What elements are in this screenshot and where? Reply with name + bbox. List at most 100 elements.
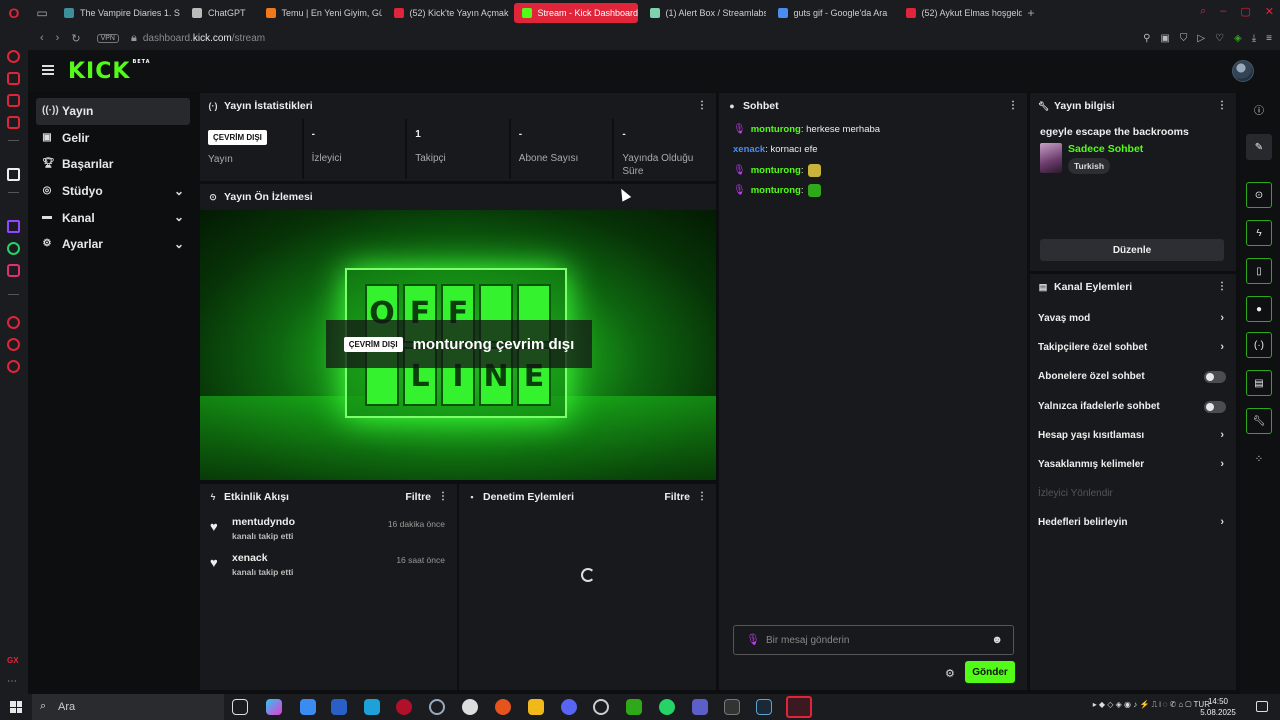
pencil-icon[interactable]: ✎ [1246, 134, 1272, 160]
actions-toggle-icon[interactable]: ▤ [1246, 370, 1272, 396]
channel-action-item[interactable]: Abonelere özel sohbet [1030, 362, 1236, 391]
download-icon[interactable]: ⤓ [1252, 33, 1256, 44]
emote-icon[interactable] [808, 163, 822, 177]
sidebar-more-icon[interactable]: ⋯ [7, 676, 17, 687]
lock-icon[interactable]: 🔒︎ [131, 32, 137, 45]
menu-icon[interactable]: ≡ [1266, 33, 1272, 44]
chat-username[interactable]: xenack [733, 144, 765, 155]
stream-preview[interactable]: OFFLINE ÇEVRİM DIŞI monturong çevrim dış… [200, 210, 716, 480]
taskbar-clock[interactable]: 14:50 5.08.2025 [1198, 696, 1238, 718]
app-icon[interactable] [429, 699, 445, 715]
search-tabs-icon[interactable]: ⌕ [1200, 5, 1206, 18]
send-button[interactable]: Gönder [965, 661, 1015, 683]
channel-action-item[interactable]: Yavaş mod › [1030, 304, 1236, 333]
nav-item-basarilar[interactable]: 🏆︎ Başarılar [36, 151, 190, 178]
new-tab-icon[interactable]: + [1022, 6, 1041, 20]
app-icon[interactable] [300, 699, 316, 715]
opera-logo-icon[interactable]: O [0, 5, 28, 21]
edge-icon[interactable] [364, 699, 380, 715]
heart-icon[interactable]: ♡ [1215, 33, 1224, 44]
reload-icon[interactable]: ↻ [71, 32, 80, 45]
opera-gx-icon[interactable] [786, 696, 812, 718]
sidebar-note-icon[interactable] [7, 116, 20, 129]
more-options-icon[interactable]: ⋮ [697, 100, 707, 111]
chat-input[interactable]: 🎙︎ Bir mesaj gönderin ☻ [733, 625, 1014, 655]
task-view-icon[interactable] [232, 699, 248, 715]
channel-action-item[interactable]: Yalnızca ifadelerle sohbet [1030, 392, 1236, 421]
more-options-icon[interactable]: ⋮ [1008, 100, 1018, 111]
sidebar-youtube-icon[interactable] [7, 94, 20, 107]
copilot-icon[interactable] [266, 699, 282, 715]
nav-item-gelir[interactable]: ▣ Gelir [36, 125, 190, 152]
windows-start-icon[interactable] [10, 701, 22, 713]
emote-picker-icon[interactable]: ☻ [991, 634, 1003, 646]
more-options-icon[interactable]: ⋮ [1217, 281, 1227, 292]
word-icon[interactable] [331, 699, 347, 715]
channel-action-item[interactable]: Hedefleri belirleyin › [1030, 508, 1236, 537]
app-icon[interactable] [495, 699, 511, 715]
vpn-badge[interactable]: VPN [96, 33, 119, 43]
steam-icon[interactable] [756, 699, 772, 715]
nav-item-studyo[interactable]: ◎ Stüdyo ⌄ [36, 178, 190, 205]
browser-tab[interactable]: (1) Alert Box / Streamlabs [642, 3, 766, 23]
shield-icon[interactable]: ⛉ [1180, 33, 1188, 44]
url-field[interactable]: dashboard.kick.com/stream [143, 33, 265, 44]
sidebar-twitch-icon[interactable] [7, 220, 20, 233]
browser-tab[interactable]: guts gif - Google'da Ara [770, 3, 894, 23]
more-options-icon[interactable]: ⋮ [697, 491, 707, 502]
epic-games-icon[interactable] [724, 699, 740, 715]
more-options-icon[interactable]: ⋮ [438, 491, 448, 502]
teams-icon[interactable] [692, 699, 708, 715]
tab-menu-icon[interactable]: ▭ [28, 6, 56, 20]
channel-action-item[interactable]: Yasaklanmış kelimeler › [1030, 450, 1236, 479]
opera-icon[interactable] [396, 699, 412, 715]
sidebar-history-icon[interactable] [7, 316, 20, 329]
sidebar-settings-icon[interactable] [7, 360, 20, 373]
back-icon[interactable]: ‹ [40, 32, 44, 44]
toggle-switch[interactable] [1204, 400, 1226, 413]
tray-icons[interactable]: ▸ ◆ ◇ ◈ ◉ ♪ ⚡ ⎍ ❘ ◌ ✆ ⌂ ▢ [1093, 700, 1194, 709]
browser-tab[interactable]: (52) Kick'te Yayın Açmak [386, 3, 510, 23]
filter-button[interactable]: Filtre [405, 491, 431, 503]
more-options-icon[interactable]: ⋮ [1217, 100, 1227, 111]
edit-button[interactable]: Düzenle [1040, 239, 1224, 261]
chat-username[interactable]: monturong [751, 185, 801, 196]
forward-icon[interactable]: › [56, 32, 60, 44]
broadcast-toggle-icon[interactable]: (·) [1246, 332, 1272, 358]
minimize-icon[interactable]: – [1220, 5, 1226, 18]
sidebar-gx-icon[interactable]: GX [7, 656, 19, 665]
preview-toggle-icon[interactable]: ⊙ [1246, 182, 1272, 208]
sidebar-aria-icon[interactable] [7, 50, 20, 63]
chat-username[interactable]: monturong [751, 165, 801, 176]
file-explorer-icon[interactable] [528, 699, 544, 715]
channel-action-item[interactable]: Hesap yaşı kısıtlaması › [1030, 421, 1236, 450]
browser-tab[interactable]: The Vampire Diaries 1. Se [56, 3, 180, 23]
avatar[interactable] [1232, 60, 1254, 82]
wrench-toggle-icon[interactable]: 🔧︎ [1246, 408, 1272, 434]
pin-icon[interactable]: ⚲ [1143, 33, 1150, 44]
kick-app-icon[interactable] [626, 699, 642, 715]
sidebar-instagram-icon[interactable] [7, 264, 20, 277]
nav-item-yayin[interactable]: ((·)) Yayın [36, 98, 190, 125]
emote-icon[interactable] [808, 184, 822, 198]
chrome-icon[interactable] [462, 699, 478, 715]
maximize-icon[interactable]: ▢ [1240, 5, 1250, 18]
app-icon[interactable] [593, 699, 609, 715]
discord-icon[interactable] [561, 699, 577, 715]
sidebar-crash-icon[interactable] [7, 338, 20, 351]
play-icon[interactable]: ▷ [1197, 33, 1205, 44]
layout-icon[interactable]: ⁘ [1246, 446, 1272, 472]
sidebar-bag-icon[interactable] [7, 72, 20, 85]
notification-icon[interactable] [1256, 701, 1268, 712]
close-icon[interactable]: ✕ [1265, 5, 1274, 18]
nav-item-ayarlar[interactable]: ⚙ Ayarlar ⌄ [36, 231, 190, 258]
browser-tab[interactable]: Stream - Kick Dashboard [513, 3, 638, 23]
browser-tab[interactable]: (52) Aykut Elmas hoşgeldi [898, 3, 1022, 23]
toggle-switch[interactable] [1204, 371, 1226, 384]
hamburger-icon[interactable] [42, 65, 54, 75]
snapshot-icon[interactable]: ▣ [1160, 33, 1169, 44]
category-name[interactable]: Sadece Sohbet [1068, 143, 1226, 155]
chat-username[interactable]: monturong [751, 124, 801, 135]
chat-settings-icon[interactable]: ⚙ [945, 667, 955, 680]
channel-action-item[interactable]: Takipçilere özel sohbet › [1030, 333, 1236, 362]
